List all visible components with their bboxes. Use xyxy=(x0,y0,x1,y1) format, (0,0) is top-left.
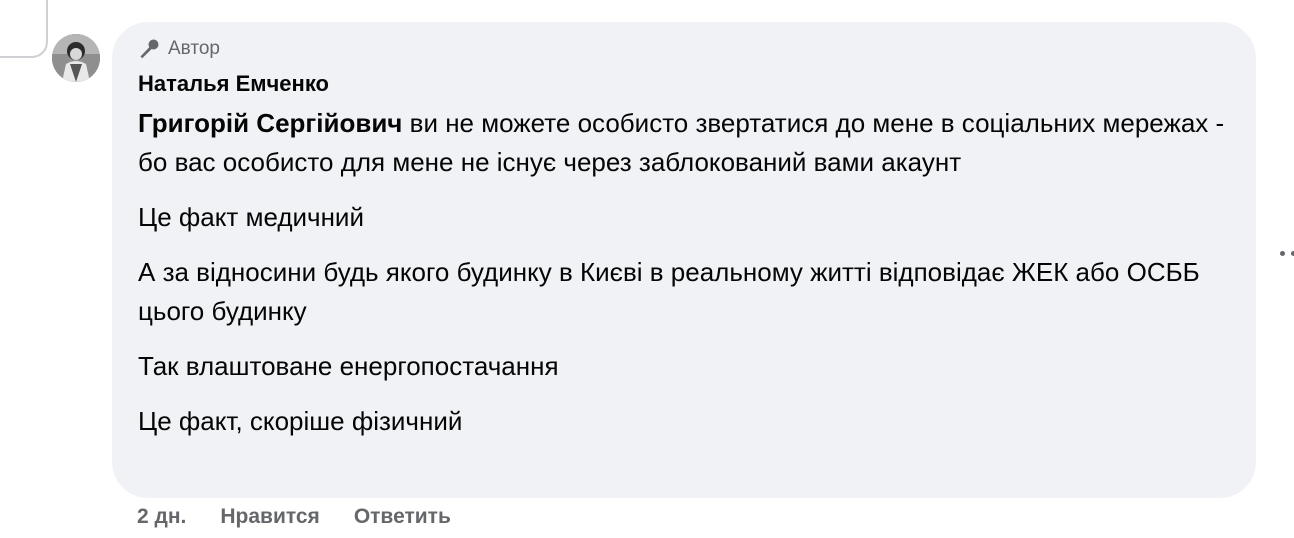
more-options-icon[interactable] xyxy=(1280,251,1294,256)
like-button[interactable]: Нравится xyxy=(220,504,319,530)
author-name[interactable]: Наталья Емченко xyxy=(138,70,1230,98)
thread-connector-line xyxy=(0,0,48,58)
timestamp-link[interactable]: 2 дн. xyxy=(137,504,186,530)
author-badge[interactable]: Автор xyxy=(138,36,1230,62)
avatar-image xyxy=(52,34,100,82)
reply-button[interactable]: Ответить xyxy=(354,504,451,530)
mention-link[interactable]: Григорій Сергійович xyxy=(138,108,402,138)
avatar[interactable] xyxy=(52,34,100,82)
author-badge-label: Автор xyxy=(168,38,220,59)
microphone-icon xyxy=(140,39,159,59)
dot xyxy=(1280,251,1285,256)
comment-actions: 2 дн. Нравится Ответить xyxy=(137,504,451,530)
comment-paragraph: А за відносини будь якого будинку в Києв… xyxy=(138,257,1200,326)
comment-paragraph: Григорій Сергійович ви не можете особист… xyxy=(138,104,1230,182)
comment-paragraph: Це факт, скоріше фізичний xyxy=(138,406,463,436)
comment-paragraph: Це факт медичний xyxy=(138,202,364,232)
comment-paragraph: Так влаштоване енергопостачання xyxy=(138,351,559,381)
comment-bubble: Автор Наталья Емченко Григорій Сергійови… xyxy=(112,22,1256,498)
